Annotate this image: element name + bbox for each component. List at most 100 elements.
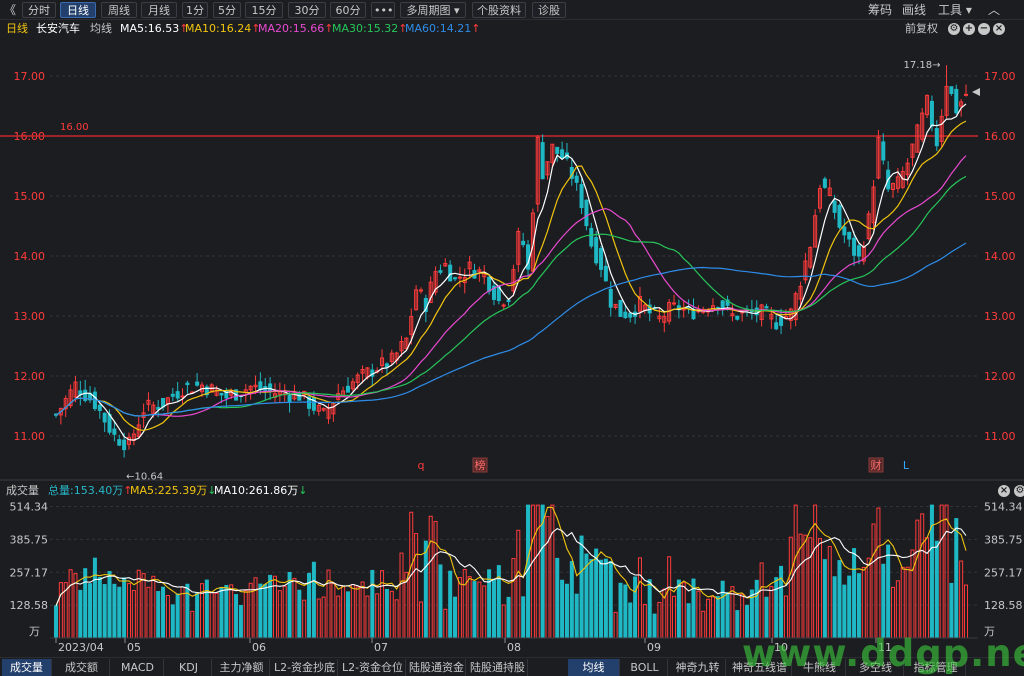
indicator-tab-7[interactable]: 陆股通资金	[408, 659, 466, 676]
candle-body[interactable]	[175, 391, 180, 399]
volume-bar[interactable]	[472, 581, 477, 639]
volume-bar[interactable]	[190, 610, 195, 639]
candle-body[interactable]	[117, 439, 122, 446]
volume-bar[interactable]	[720, 580, 725, 639]
volume-bar[interactable]	[78, 589, 83, 639]
volume-bar[interactable]	[725, 591, 730, 639]
volume-bar[interactable]	[311, 561, 316, 639]
volume-bar[interactable]	[92, 557, 97, 639]
volume-bar[interactable]	[146, 586, 151, 639]
volume-bar[interactable]	[365, 595, 370, 639]
volume-bar[interactable]	[175, 593, 180, 639]
overlay-tab-0[interactable]: 均线	[568, 659, 620, 676]
volume-bar[interactable]	[457, 577, 462, 639]
overlay-tab-1[interactable]: BOLL	[622, 659, 668, 676]
indicator-tab-0[interactable]: 成交量	[2, 659, 52, 676]
volume-bar[interactable]	[482, 585, 487, 639]
volume-bar[interactable]	[745, 604, 750, 639]
volume-bar[interactable]	[740, 593, 745, 639]
volume-bar[interactable]	[360, 581, 365, 639]
candle-body[interactable]	[112, 428, 117, 435]
overlay-tab-3[interactable]: 神奇五线谱	[728, 659, 792, 676]
volume-bar[interactable]	[229, 584, 234, 639]
volume-bar[interactable]	[847, 575, 852, 639]
volume-bar[interactable]	[560, 579, 565, 639]
volume-bar[interactable]	[701, 610, 706, 639]
volume-bar[interactable]	[355, 586, 360, 639]
volume-bar[interactable]	[808, 537, 813, 639]
candle-body[interactable]	[822, 178, 827, 188]
candle-body[interactable]	[852, 237, 857, 256]
volume-bar[interactable]	[224, 584, 229, 639]
candle-body[interactable]	[735, 315, 740, 320]
event-marker-1[interactable]: 榜	[472, 457, 488, 473]
volume-bar[interactable]	[715, 596, 720, 639]
volume-bar[interactable]	[418, 601, 423, 639]
candle-body[interactable]	[929, 100, 934, 127]
volume-bar[interactable]	[394, 599, 399, 639]
volume-bar[interactable]	[963, 584, 969, 639]
volume-bar[interactable]	[165, 595, 170, 639]
volume-bar[interactable]	[876, 507, 881, 639]
volume-bar[interactable]	[754, 579, 759, 639]
candle-body[interactable]	[681, 308, 686, 311]
candle-body[interactable]	[555, 146, 560, 154]
candle-body[interactable]	[345, 385, 350, 393]
candle-body[interactable]	[779, 316, 784, 326]
volume-bar[interactable]	[837, 560, 842, 639]
volume-bar[interactable]	[905, 566, 910, 639]
candle-body[interactable]	[618, 299, 623, 317]
volume-bar[interactable]	[676, 579, 681, 639]
volume-bar[interactable]	[818, 538, 823, 639]
volume-bar[interactable]	[618, 582, 623, 639]
volume-close-icon[interactable]: ×	[998, 485, 1010, 497]
volume-bar[interactable]	[706, 598, 711, 639]
volume-bar[interactable]	[769, 585, 774, 639]
candle-body[interactable]	[448, 264, 453, 282]
volume-bar[interactable]	[788, 536, 793, 639]
volume-bar[interactable]	[83, 568, 88, 639]
volume-bar[interactable]	[710, 596, 715, 639]
candle-body[interactable]	[97, 404, 102, 411]
volume-bar[interactable]	[384, 588, 389, 639]
volume-bar[interactable]	[491, 578, 496, 639]
volume-bar[interactable]	[238, 604, 243, 639]
candle-body[interactable]	[623, 311, 628, 319]
candle-body[interactable]	[608, 288, 613, 308]
indicator-tab-1[interactable]: 成交额	[54, 659, 110, 676]
volume-bar[interactable]	[477, 581, 482, 639]
volume-bar[interactable]	[336, 595, 341, 639]
candle-body[interactable]	[594, 237, 599, 264]
candle-body[interactable]	[963, 93, 969, 96]
candle-body[interactable]	[954, 88, 959, 114]
candle-body[interactable]	[521, 240, 526, 246]
volume-bar[interactable]	[117, 586, 122, 639]
volume-bar[interactable]	[341, 585, 346, 639]
candle-body[interactable]	[589, 227, 594, 247]
event-marker-3[interactable]: L	[903, 459, 910, 472]
volume-bar[interactable]	[564, 583, 569, 639]
volume-bar[interactable]	[243, 590, 248, 639]
kline-chart[interactable]: 17.00 17.00 16.00 16.00 15.00 15.00 14.00 14.00…	[0, 0, 1024, 676]
volume-bar[interactable]	[827, 546, 832, 639]
volume-bar[interactable]	[613, 611, 618, 639]
volume-bar[interactable]	[126, 583, 132, 639]
volume-bar[interactable]	[657, 601, 662, 639]
volume-bar[interactable]	[141, 573, 146, 639]
candle-body[interactable]	[847, 231, 852, 240]
overlay-tab-6[interactable]: 指标管理	[906, 659, 966, 676]
volume-bar[interactable]	[263, 584, 268, 639]
volume-bar[interactable]	[331, 583, 336, 639]
volume-bar[interactable]	[764, 596, 769, 639]
volume-bar[interactable]	[633, 576, 638, 639]
candle-body[interactable]	[599, 248, 604, 270]
volume-bar[interactable]	[170, 604, 175, 639]
indicator-tab-4[interactable]: 主力净额	[214, 659, 270, 676]
volume-bar[interactable]	[803, 534, 808, 639]
indicator-tab-8[interactable]: 陆股通持股	[468, 659, 528, 676]
overlay-tab-5[interactable]: 多空线	[848, 659, 904, 676]
volume-bar[interactable]	[438, 564, 443, 639]
volume-bar[interactable]	[180, 586, 185, 639]
candle-body[interactable]	[774, 322, 779, 330]
volume-bar[interactable]	[535, 504, 540, 639]
